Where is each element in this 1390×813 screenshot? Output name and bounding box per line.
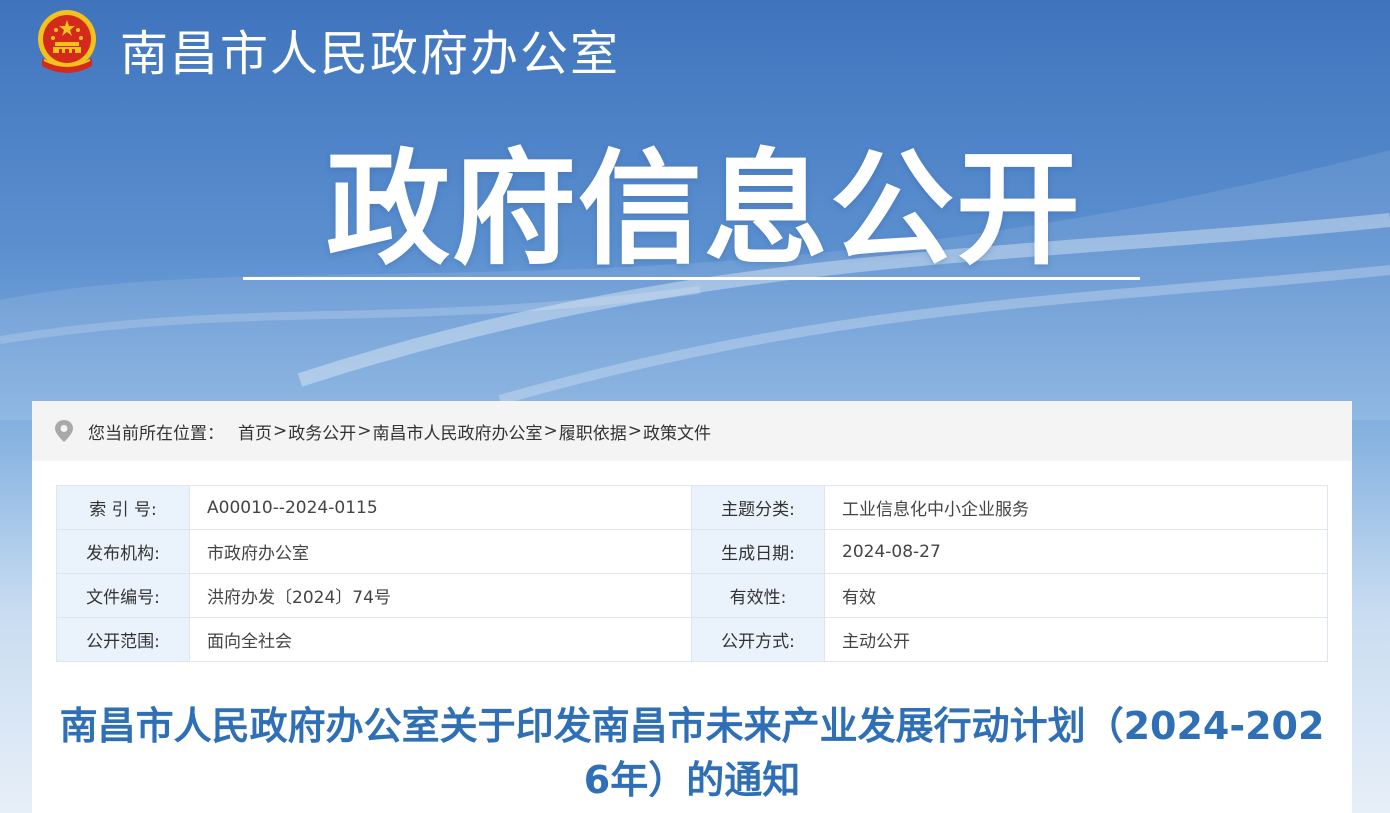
disclosure-scope-value: 面向全社会 — [189, 617, 692, 662]
site-header: 南昌市人民政府办公室 — [0, 0, 1390, 90]
breadcrumb-policy-docs[interactable]: 政策文件 — [643, 419, 711, 444]
breadcrumb-separator: > — [627, 421, 642, 441]
breadcrumb-duty-basis[interactable]: 履职依据 — [559, 419, 627, 444]
breadcrumb-separator: > — [543, 421, 558, 441]
banner-underline — [243, 277, 1140, 280]
document-title: 南昌市人民政府办公室关于印发南昌市未来产业发展行动计划（2024-2026年）的… — [59, 704, 1325, 802]
breadcrumb: 您当前所在位置： 首页 > 政务公开 > 南昌市人民政府办公室 > 履职依据 >… — [32, 401, 1352, 461]
national-emblem-icon[interactable] — [34, 8, 100, 76]
topic-category-label: 主题分类: — [691, 485, 825, 530]
site-title[interactable]: 南昌市人民政府办公室 — [120, 14, 620, 84]
validity-value: 有效 — [824, 573, 1328, 618]
document-number-value: 洪府办发〔2024〕74号 — [189, 573, 692, 618]
created-date-value: 2024-08-27 — [824, 529, 1328, 574]
breadcrumb-office[interactable]: 南昌市人民政府办公室 — [373, 419, 543, 444]
location-pin-icon — [55, 420, 73, 442]
breadcrumb-gov-affairs[interactable]: 政务公开 — [288, 419, 356, 444]
table-row: 文件编号: 洪府办发〔2024〕74号 有效性: 有效 — [56, 573, 1328, 618]
validity-label: 有效性: — [691, 573, 825, 618]
document-number-label: 文件编号: — [56, 573, 190, 618]
publisher-value: 市政府办公室 — [189, 529, 692, 574]
content-panel: 您当前所在位置： 首页 > 政务公开 > 南昌市人民政府办公室 > 履职依据 >… — [32, 401, 1352, 813]
breadcrumb-separator: > — [273, 421, 288, 441]
table-row: 索 引 号: A00010--2024-0115 主题分类: 工业信息化中小企业… — [56, 485, 1328, 530]
created-date-label: 生成日期: — [691, 529, 825, 574]
disclosure-scope-label: 公开范围: — [56, 617, 190, 662]
breadcrumb-label: 您当前所在位置： — [88, 423, 224, 444]
disclosure-method-value: 主动公开 — [824, 617, 1328, 662]
table-row: 公开范围: 面向全社会 公开方式: 主动公开 — [56, 617, 1328, 662]
document-metadata-table: 索 引 号: A00010--2024-0115 主题分类: 工业信息化中小企业… — [56, 485, 1328, 662]
topic-category-value: 工业信息化中小企业服务 — [824, 485, 1328, 530]
publisher-label: 发布机构: — [56, 529, 190, 574]
breadcrumb-separator: > — [357, 421, 372, 441]
index-number-label: 索 引 号: — [56, 485, 190, 530]
disclosure-method-label: 公开方式: — [691, 617, 825, 662]
banner-title: 政府信息公开 — [326, 138, 1083, 282]
index-number-value: A00010--2024-0115 — [189, 485, 692, 530]
breadcrumb-home[interactable]: 首页 — [238, 419, 272, 444]
table-row: 发布机构: 市政府办公室 生成日期: 2024-08-27 — [56, 529, 1328, 574]
